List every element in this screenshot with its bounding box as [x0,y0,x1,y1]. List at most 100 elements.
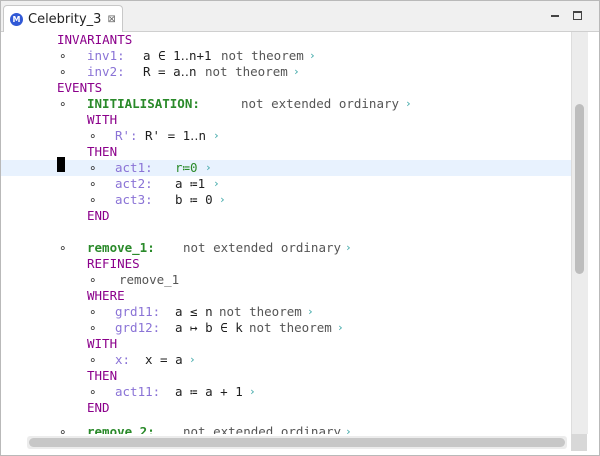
editor-line[interactable]: REFINES [1,256,571,272]
code-token: inv1: [87,48,125,63]
code-token: grd12: [115,320,161,335]
code-token: act1: [115,160,153,175]
expand-arrow-icon[interactable]: › [249,384,256,400]
tab-celebrity-3[interactable]: M Celebrity_3 ⊠ [3,5,123,32]
code-token: THEN [87,144,118,159]
code-token: r≔0 [175,160,198,175]
bullet-icon: ∘ [59,48,67,63]
bullet-icon: ∘ [89,160,97,175]
editor-line[interactable]: WITH [1,112,571,128]
expand-arrow-icon[interactable]: › [213,176,220,192]
minimize-icon[interactable] [549,10,561,22]
editor-line[interactable]: ∘ remove_1 [1,272,571,288]
expand-arrow-icon[interactable]: › [205,160,212,176]
code-token: WHERE [87,288,125,303]
code-token: not theorem [205,64,288,79]
editor-line[interactable]: ∘ remove_1: not extended ordinary › [1,240,571,256]
bullet-icon: ∘ [59,64,67,79]
code-token: a ≔1 [175,176,206,191]
code-token: INVARIANTS [57,32,133,47]
code-token: not extended ordinary [183,424,342,434]
code-token: remove_1 [119,272,180,287]
code-token: remove_1: [87,240,155,255]
code-token: act11: [115,384,161,399]
bullet-icon: ∘ [89,320,97,335]
code-token: b ≔ 0 [175,192,213,207]
expand-arrow-icon[interactable]: › [337,320,344,336]
code-token: x = a [145,352,183,367]
editor-line[interactable]: END [1,400,571,416]
bullet-icon: ∘ [89,128,97,143]
expand-arrow-icon[interactable]: › [293,64,300,80]
code-token: END [87,400,110,415]
editor-line[interactable]: ∘ remove_2: not extended ordinary › [1,424,571,434]
scrollbar-corner [571,434,587,451]
code-token: grd11: [115,304,161,319]
editor-line[interactable]: WITH [1,336,571,352]
code-token: REFINES [87,256,140,271]
expand-arrow-icon[interactable]: › [307,304,314,320]
code-token: R': [115,128,138,143]
editor-line[interactable]: ∘ x: x = a › [1,352,571,368]
editor-line-current[interactable]: ∘ act1: r≔0 › [1,160,571,176]
editor-line[interactable]: ∘ grd12: a ↦ b ∈ k not theorem › [1,320,571,336]
text-caret [57,157,65,172]
expand-arrow-icon[interactable]: › [213,128,220,144]
code-token: remove_2: [87,424,155,434]
code-token: a ≔ a + 1 [175,384,243,399]
code-token: R' = 1‥n [145,128,207,143]
code-token: INITIALISATION: [87,96,200,111]
tab-title: Celebrity_3 [28,11,102,27]
code-token: a ∈ 1‥n+1 [143,48,212,63]
code-token: END [87,208,110,223]
editor-line[interactable]: THEN [1,144,571,160]
expand-arrow-icon[interactable]: › [405,96,412,112]
editor-line[interactable]: ∘ inv2: R = a‥n not theorem › [1,64,571,80]
horizontal-scrollbar[interactable] [27,436,567,449]
code-token: not extended ordinary [183,240,342,255]
code-token: WITH [87,112,118,127]
code-token: x: [115,352,131,367]
editor-line[interactable]: ∘ inv1: a ∈ 1‥n+1 not theorem › [1,48,571,64]
code-token: inv2: [87,64,125,79]
code-token: act3: [115,192,153,207]
code-token: a ≤ n [175,304,213,319]
bullet-icon: ∘ [59,424,67,434]
editor-line[interactable]: ∘ act2: a ≔1 › [1,176,571,192]
code-token: EVENTS [57,80,103,95]
editor-line[interactable]: ∘ grd11: a ≤ n not theorem › [1,304,571,320]
editor-line[interactable]: THEN [1,368,571,384]
bullet-icon: ∘ [59,96,67,111]
code-token: not theorem [221,48,304,63]
bullet-icon: ∘ [89,272,97,287]
editor-line[interactable]: WHERE [1,288,571,304]
bullet-icon: ∘ [89,192,97,207]
tab-bar: M Celebrity_3 ⊠ [1,1,599,32]
bullet-icon: ∘ [89,304,97,319]
editor-line[interactable]: END [1,208,571,224]
expand-arrow-icon[interactable]: › [345,424,352,434]
code-token: not extended ordinary [241,96,400,111]
vertical-scroll-thumb[interactable] [575,104,584,274]
editor-line[interactable]: ∘ act3: b ≔ 0 › [1,192,571,208]
editor-line[interactable]: ∘ R': R' = 1‥n › [1,128,571,144]
vertical-scrollbar[interactable] [571,32,588,434]
editor-window: M Celebrity_3 ⊠ INVARIANTS ∘ inv1: a ∈ 1‥n+… [0,0,600,456]
editor-line[interactable]: ∘ INITIALISATION: not extended ordinary › [1,96,571,112]
horizontal-scroll-thumb[interactable] [29,438,565,447]
rodin-editor-text[interactable]: INVARIANTS ∘ inv1: a ∈ 1‥n+1 not theorem › ∘ in… [1,32,571,434]
editor-line[interactable]: INVARIANTS [1,32,571,48]
expand-arrow-icon[interactable]: › [345,240,352,256]
machine-icon: M [10,12,23,26]
expand-arrow-icon[interactable]: › [309,48,316,64]
editor-line[interactable]: ∘ act11: a ≔ a + 1 › [1,384,571,400]
code-token: THEN [87,368,118,383]
expand-arrow-icon[interactable]: › [189,352,196,368]
editor-line[interactable]: EVENTS [1,80,571,96]
expand-arrow-icon[interactable]: › [219,192,226,208]
code-token: R = a‥n [143,64,197,79]
code-token: act2: [115,176,153,191]
bullet-icon: ∘ [89,176,97,191]
maximize-icon[interactable] [573,11,582,20]
close-icon[interactable]: ⊠ [107,14,115,25]
